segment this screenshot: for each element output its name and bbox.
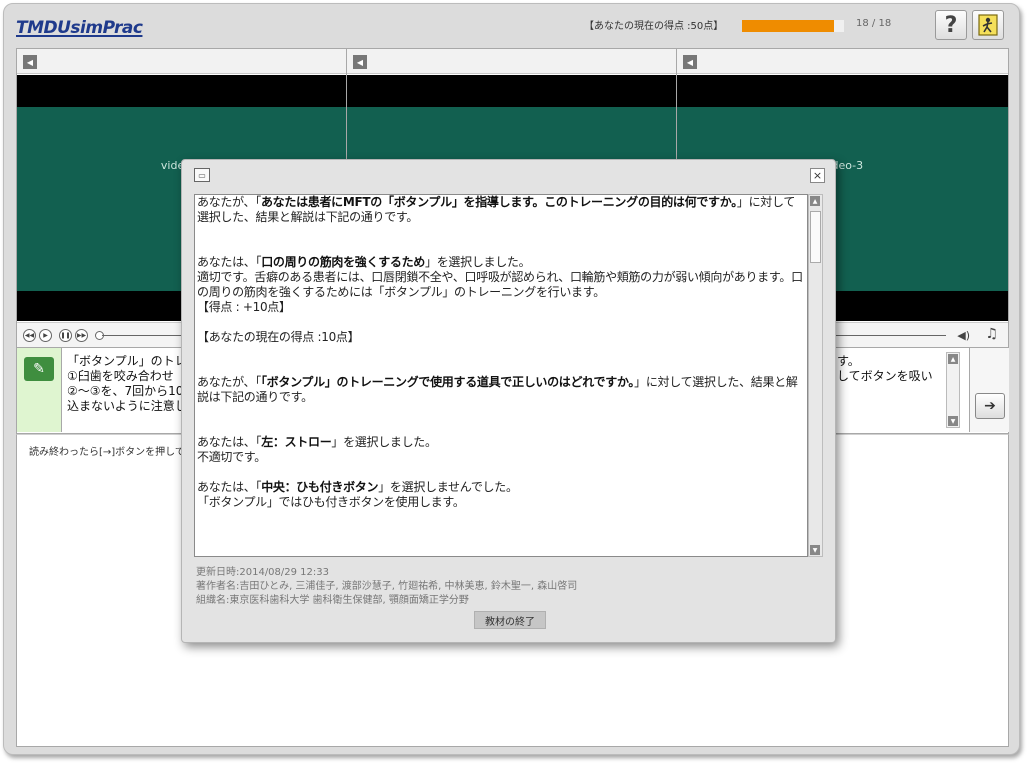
result-scrollbar[interactable]: ▲ ▼: [808, 194, 823, 557]
help-button[interactable]: ?: [935, 10, 967, 40]
page-counter: 18 / 18: [856, 18, 892, 29]
score-label: 【あなたの現在の得点 :50点】: [584, 21, 724, 32]
scroll-thumb[interactable]: [810, 211, 821, 263]
play-icon[interactable]: ▶: [39, 329, 52, 342]
arrow-right-icon: ➔: [984, 398, 996, 414]
score-progress-fill: [742, 20, 834, 32]
score-progress-bar: [742, 20, 844, 32]
close-button[interactable]: ×: [810, 168, 825, 183]
question-2: あなたが、「「ボタンプル」のトレーニングで使用する道具で正しいのはどれですか。」…: [197, 375, 798, 404]
window-icon: ▭: [194, 168, 210, 182]
question-1: あなたが、「あなたは患者にMFTの「ボタンプル」を指導します。このトレーニングの…: [197, 195, 796, 224]
rewind-icon[interactable]: ◀◀: [23, 329, 36, 342]
scroll-down-icon[interactable]: ▼: [810, 545, 820, 555]
description-scrollbar[interactable]: ▲ ▼: [946, 352, 960, 428]
updated-date: 更新日時:2014/08/29 12:33: [196, 567, 330, 578]
authors: 著作者名:吉田ひとみ, 三浦佳子, 渡部沙慧子, 竹廻祐希, 中林美恵, 鈴木聖…: [196, 581, 578, 592]
answer-3-explanation: 「ボタンプル」ではひも付きボタンを使用します。: [197, 495, 465, 509]
answer-2-explanation: 不適切です。: [197, 450, 267, 464]
answer-1-score: 【得点 : +10点】: [197, 300, 291, 314]
memo-icon: ✎: [24, 357, 54, 381]
finish-material-button[interactable]: 教材の終了: [474, 611, 546, 629]
instruction-text: 読み終わったら[→]ボタンを押して: [29, 447, 185, 458]
fast-forward-icon[interactable]: ▶▶: [75, 329, 88, 342]
back-arrow-icon[interactable]: ◀: [353, 55, 367, 69]
answer-2: あなたは、「左：ストロー」を選択しました。: [197, 435, 437, 449]
next-button[interactable]: ➔: [975, 393, 1005, 419]
header: TMDUsimPrac 【あなたの現在の得点 :50点】 18 / 18 ?: [4, 4, 1019, 44]
result-content[interactable]: あなたが、「あなたは患者にMFTの「ボタンプル」を指導します。このトレーニングの…: [194, 194, 808, 557]
scroll-up-icon[interactable]: ▲: [810, 196, 820, 206]
scroll-down-icon[interactable]: ▼: [948, 416, 958, 426]
answer-3: あなたは、「中央：ひも付きボタン」を選択しませんでした。: [197, 480, 518, 494]
result-dialog: ▭ × あなたが、「あなたは患者にMFTの「ボタンプル」を指導します。このトレー…: [181, 159, 836, 643]
current-score: 【あなたの現在の得点 :10点】: [197, 330, 360, 344]
back-arrow-icon[interactable]: ◀: [683, 55, 697, 69]
pause-icon[interactable]: ❚❚: [59, 329, 72, 342]
scroll-up-icon[interactable]: ▲: [948, 354, 958, 364]
answer-1-explanation: 適切です。舌癖のある患者には、口唇閉鎖不全や、口呼吸が認められ、口輪筋や頬筋の力…: [197, 270, 803, 299]
exit-icon: [978, 14, 998, 36]
back-arrow-icon[interactable]: ◀: [23, 55, 37, 69]
volume-icon[interactable]: ◀): [957, 329, 970, 342]
answer-1: あなたは、「口の周りの筋肉を強くするため」を選択しました。: [197, 255, 531, 269]
music-note-icon[interactable]: ♫: [985, 326, 998, 342]
app-logo: TMDUsimPrac: [16, 18, 143, 38]
organization: 組織名:東京医科歯科大学 歯科衛生保健部, 顎顔面矯正学分野: [196, 595, 469, 606]
description-text-right: す。 してボタンを吸い: [837, 354, 933, 383]
exit-button[interactable]: [972, 10, 1004, 40]
material-metadata: 更新日時:2014/08/29 12:33 著作者名:吉田ひとみ, 三浦佳子, …: [196, 566, 577, 608]
